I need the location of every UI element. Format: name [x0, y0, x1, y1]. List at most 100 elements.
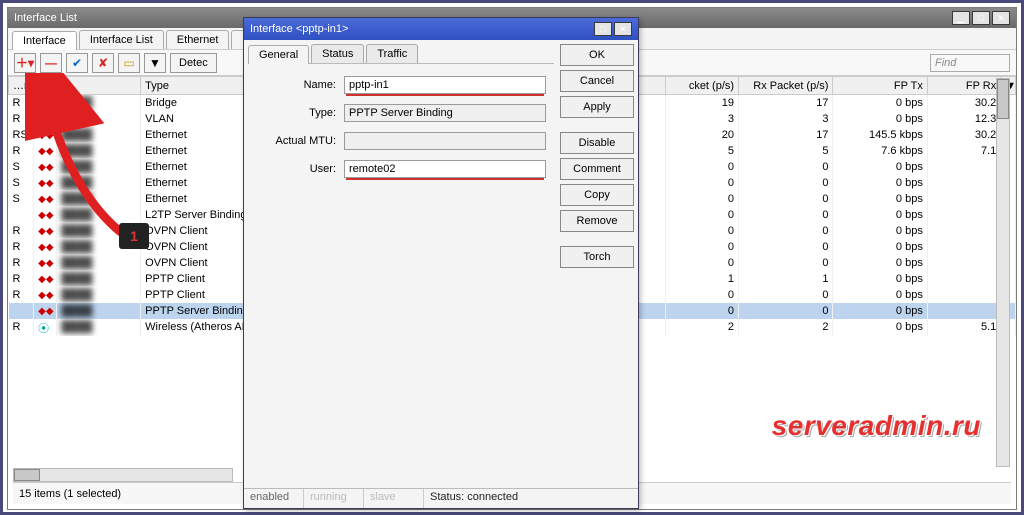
disable-iface-button[interactable]: Disable [560, 132, 634, 154]
row-cket: 0 [665, 159, 738, 175]
dialog-title: Interface <pptp-in1> [250, 23, 594, 35]
horizontal-scrollbar[interactable] [13, 468, 233, 482]
row-name: ████ [57, 239, 141, 255]
row-name: ████ [57, 223, 141, 239]
torch-button[interactable]: Torch [560, 246, 634, 268]
minimize-icon[interactable]: ▁ [952, 11, 970, 25]
vertical-scrollbar[interactable] [996, 78, 1010, 467]
tab-interface[interactable]: Interface [12, 31, 77, 50]
interface-icon: ◆◆ [38, 98, 52, 108]
find-input[interactable]: Find [930, 54, 1010, 72]
tab-general[interactable]: General [248, 45, 309, 64]
user-input[interactable]: remote02 [344, 160, 546, 178]
dialog-close-icon[interactable]: ✕ [614, 22, 632, 36]
ok-button[interactable]: OK [560, 44, 634, 66]
filter-button[interactable]: ▼ [144, 53, 166, 73]
detect-button[interactable]: Detec [170, 53, 217, 73]
enable-button[interactable]: ✔ [66, 53, 88, 73]
row-fprx: 30.2 [927, 95, 1000, 111]
row-rxp: 17 [739, 127, 833, 143]
copy-button[interactable]: Copy [560, 184, 634, 206]
row-fprx [927, 223, 1000, 239]
row-rxp: 0 [739, 303, 833, 319]
row-name: ████ [57, 207, 141, 223]
interface-icon: ◆◆ [38, 290, 52, 300]
col-fp-rx[interactable]: FP Rx [927, 77, 1000, 95]
row-cket: 0 [665, 303, 738, 319]
row-fptx: 0 bps [833, 95, 927, 111]
row-fptx: 145.5 kbps [833, 127, 927, 143]
row-fprx: 30.2 [927, 127, 1000, 143]
remove-minus-button[interactable]: — [40, 53, 62, 73]
col-rx-packet-ps[interactable]: Rx Packet (p/s) [739, 77, 833, 95]
interface-icon: ◆◆ [38, 178, 52, 188]
row-cket: 0 [665, 175, 738, 191]
dialog-form: Name: pptp-in1 Type: PPTP Server Binding… [248, 64, 554, 200]
row-fptx: 0 bps [833, 207, 927, 223]
type-value: PPTP Server Binding [344, 104, 546, 122]
row-fptx: 0 bps [833, 223, 927, 239]
row-fptx: 0 bps [833, 303, 927, 319]
row-fptx: 0 bps [833, 191, 927, 207]
row-flag: R [9, 95, 34, 111]
comment-button[interactable]: ▭ [118, 53, 140, 73]
add-button[interactable]: ＋▾ [14, 53, 36, 73]
col-name[interactable]: …me [9, 77, 141, 95]
row-name: ████ [57, 127, 141, 143]
row-fprx [927, 271, 1000, 287]
row-name: ████ [57, 287, 141, 303]
row-flag: R [9, 223, 34, 239]
apply-button[interactable]: Apply [560, 96, 634, 118]
interface-icon: ◆◆ [38, 114, 52, 124]
tab-interface-list[interactable]: Interface List [79, 30, 164, 49]
cancel-button[interactable]: Cancel [560, 70, 634, 92]
tab-traffic[interactable]: Traffic [366, 44, 418, 63]
row-rxp: 0 [739, 159, 833, 175]
row-fprx: 12.3 [927, 111, 1000, 127]
interface-icon: ◆◆ [38, 242, 52, 252]
interface-icon: ◆◆ [38, 226, 52, 236]
row-fprx: 7.1 [927, 143, 1000, 159]
row-fptx: 7.6 kbps [833, 143, 927, 159]
status-enabled: enabled [244, 489, 304, 508]
row-cket: 3 [665, 111, 738, 127]
dialog-titlebar[interactable]: Interface <pptp-in1> □ ✕ [244, 18, 638, 40]
close-icon[interactable]: ✕ [992, 11, 1010, 25]
row-flag: R [9, 239, 34, 255]
disable-button[interactable]: ✘ [92, 53, 114, 73]
tab-ethernet[interactable]: Ethernet [166, 30, 230, 49]
dialog-buttons: OK Cancel Apply Disable Comment Copy Rem… [560, 44, 634, 484]
row-fptx: 0 bps [833, 255, 927, 271]
row-cket: 0 [665, 223, 738, 239]
row-fprx [927, 191, 1000, 207]
row-rxp: 0 [739, 175, 833, 191]
name-input[interactable]: pptp-in1 [344, 76, 546, 94]
row-fprx [927, 207, 1000, 223]
row-flag: R [9, 271, 34, 287]
row-fprx: 5.1 [927, 319, 1000, 336]
row-rxp: 2 [739, 319, 833, 336]
interface-icon: ◆◆ [38, 162, 52, 172]
row-cket: 0 [665, 239, 738, 255]
tab-status[interactable]: Status [311, 44, 364, 63]
row-flag: RS [9, 127, 34, 143]
dialog-tabs: General Status Traffic [248, 44, 554, 64]
maximize-icon[interactable]: □ [972, 11, 990, 25]
row-fptx: 0 bps [833, 287, 927, 303]
row-rxp: 3 [739, 111, 833, 127]
col-cket-ps[interactable]: cket (p/s) [665, 77, 738, 95]
row-flag: R [9, 143, 34, 159]
row-flag: R [9, 111, 34, 127]
col-fp-tx[interactable]: FP Tx [833, 77, 927, 95]
comment-iface-button[interactable]: Comment [560, 158, 634, 180]
row-name: ████ [57, 191, 141, 207]
row-name: ████ [57, 319, 141, 336]
mtu-value [344, 132, 546, 150]
interface-dialog: Interface <pptp-in1> □ ✕ General Status … [243, 17, 639, 509]
name-label: Name: [256, 79, 336, 91]
dialog-maximize-icon[interactable]: □ [594, 22, 612, 36]
row-name: ████ [57, 143, 141, 159]
row-rxp: 0 [739, 207, 833, 223]
status-running: running [304, 489, 364, 508]
remove-iface-button[interactable]: Remove [560, 210, 634, 232]
